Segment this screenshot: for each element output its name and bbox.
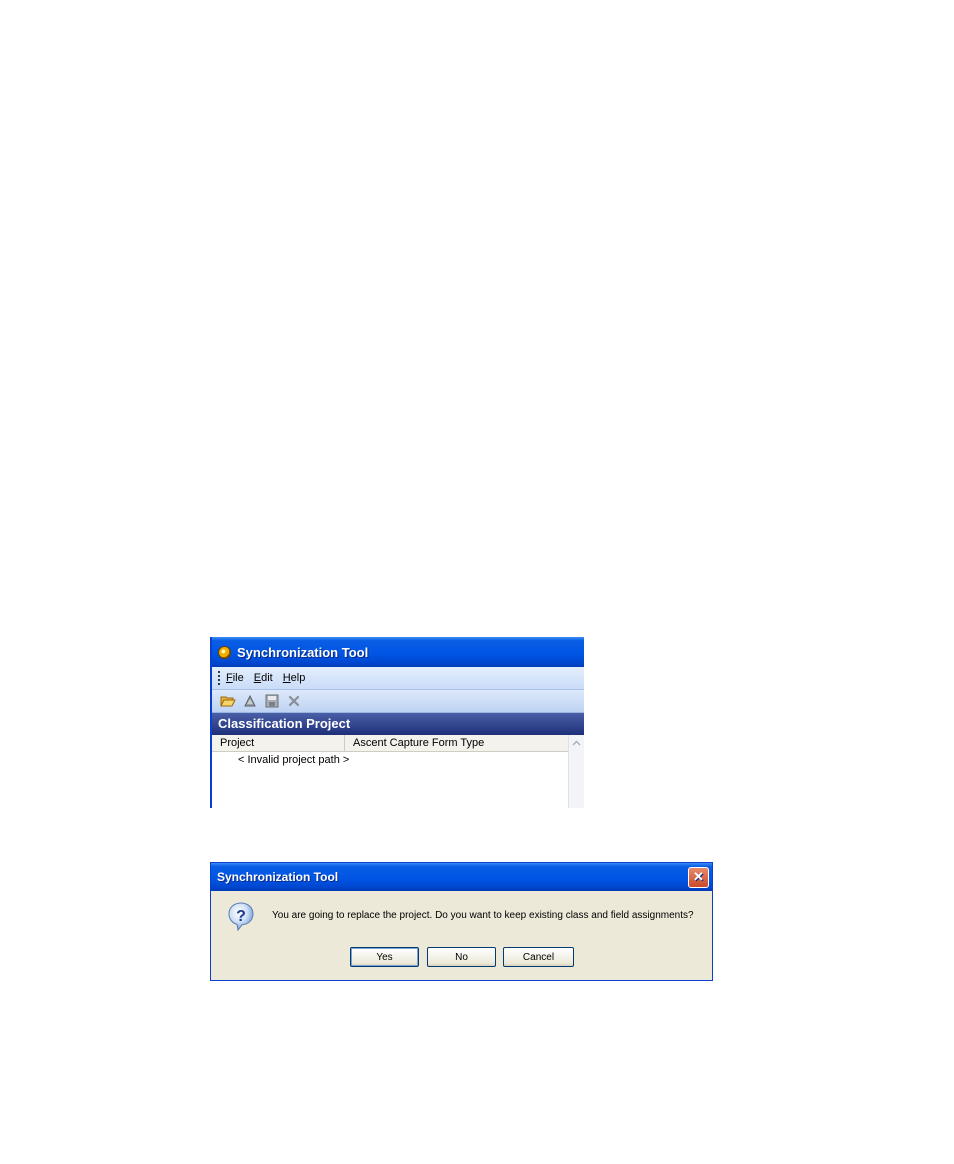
title-bar[interactable]: Synchronization Tool	[212, 637, 584, 667]
cancel-button[interactable]: Cancel	[503, 947, 574, 967]
main-window: Synchronization Tool File Edit Help Clas…	[210, 637, 584, 808]
menu-edit[interactable]: Edit	[254, 672, 273, 684]
menu-help[interactable]: Help	[283, 672, 306, 684]
svg-text:?: ?	[236, 908, 246, 925]
sync-icon[interactable]	[242, 693, 258, 709]
open-folder-icon[interactable]	[220, 693, 236, 709]
scroll-up-icon[interactable]	[569, 735, 584, 750]
window-title: Synchronization Tool	[237, 644, 369, 660]
project-list[interactable]: Project Ascent Capture Form Type < Inval…	[212, 735, 584, 808]
app-icon	[218, 645, 231, 659]
no-button[interactable]: No	[427, 947, 496, 967]
question-icon: ?	[228, 902, 254, 932]
confirm-dialog: Synchronization Tool ✕ ? You are going t…	[210, 862, 713, 981]
vertical-scrollbar[interactable]	[568, 735, 584, 808]
dialog-message: You are going to replace the project. Do…	[272, 910, 694, 921]
list-header: Project Ascent Capture Form Type	[212, 735, 568, 752]
close-icon[interactable]: ✕	[688, 866, 709, 888]
column-project[interactable]: Project	[212, 735, 345, 751]
yes-button[interactable]: Yes	[350, 947, 419, 967]
dialog-body: ? You are going to replace the project. …	[211, 891, 712, 979]
dialog-title: Synchronization Tool	[217, 870, 339, 884]
list-item[interactable]: < Invalid project path >	[212, 752, 584, 768]
dialog-title-bar[interactable]: Synchronization Tool ✕	[211, 863, 712, 891]
delete-icon[interactable]	[286, 693, 302, 709]
toolbar	[212, 690, 584, 713]
save-icon[interactable]	[264, 693, 280, 709]
section-title: Classification Project	[212, 713, 584, 735]
menu-grip-icon[interactable]	[218, 671, 220, 685]
column-form-type[interactable]: Ascent Capture Form Type	[345, 735, 568, 751]
menu-bar: File Edit Help	[212, 667, 584, 690]
menu-file[interactable]: File	[226, 672, 244, 684]
